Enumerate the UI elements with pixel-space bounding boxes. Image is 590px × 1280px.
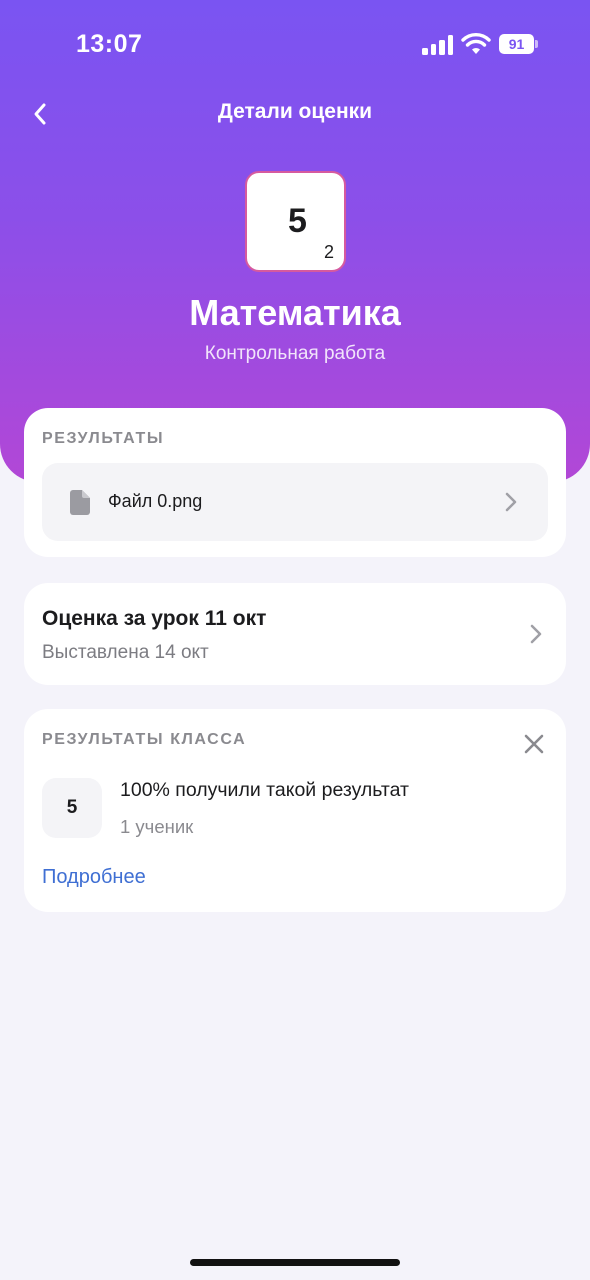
- more-link[interactable]: Подробнее: [42, 866, 146, 889]
- grade-weight: 2: [324, 242, 335, 262]
- file-icon: [70, 490, 90, 515]
- file-name: Файл 0.png: [108, 491, 203, 511]
- lesson-title: Оценка за урок 11 окт: [42, 607, 267, 630]
- file-row[interactable]: Файл 0.png: [42, 463, 548, 541]
- subject-title: Математика: [189, 292, 401, 333]
- battery-icon: 91: [499, 34, 539, 54]
- class-results-card: РЕЗУЛЬТАТЫ КЛАССА 5 100% получили такой …: [24, 709, 566, 912]
- chevron-right-icon: [530, 624, 542, 644]
- grade-value: 5: [288, 202, 307, 240]
- home-indicator[interactable]: [190, 1259, 400, 1266]
- lesson-subtitle: Выставлена 14 окт: [42, 642, 209, 663]
- wifi-icon: [461, 33, 491, 54]
- class-grade-badge: 5: [42, 778, 102, 838]
- work-type: Контрольная работа: [204, 343, 386, 364]
- cellular-signal-icon: [422, 35, 454, 55]
- battery-level: 91: [499, 34, 534, 54]
- status-bar: 13:07 91: [0, 0, 590, 90]
- results-header: РЕЗУЛЬТАТЫ: [42, 430, 165, 447]
- status-time: 13:07: [76, 30, 143, 58]
- grade-badge: 5 2: [245, 171, 346, 272]
- chevron-right-icon: [505, 492, 517, 512]
- page-title: Детали оценки: [217, 100, 373, 123]
- class-student-count: 1 ученик: [120, 816, 194, 837]
- class-results-header: РЕЗУЛЬТАТЫ КЛАССА: [42, 731, 247, 748]
- close-icon[interactable]: [521, 731, 547, 757]
- results-card: РЕЗУЛЬТАТЫ Файл 0.png: [24, 408, 566, 557]
- class-result-text: 100% получили такой результат: [120, 779, 409, 801]
- lesson-grade-card[interactable]: Оценка за урок 11 окт Выставлена 14 окт: [24, 583, 566, 685]
